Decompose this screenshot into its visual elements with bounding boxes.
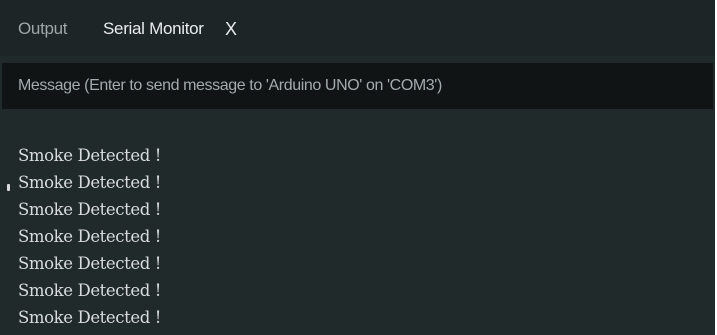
close-icon[interactable]: X bbox=[225, 18, 237, 40]
tab-bar: Output Serial Monitor X bbox=[0, 0, 715, 56]
output-line: Smoke Detected ! bbox=[18, 146, 161, 165]
output-line: Smoke Detected ! bbox=[18, 200, 161, 219]
output-line: Smoke Detected ! bbox=[18, 173, 161, 192]
tab-serial-monitor[interactable]: Serial Monitor bbox=[103, 18, 204, 40]
message-input[interactable] bbox=[2, 63, 713, 109]
output-line: Smoke Detected ! bbox=[18, 281, 161, 300]
output-line: Smoke Detected ! bbox=[18, 227, 161, 246]
serial-monitor-panel: Output Serial Monitor X Smoke Detected !… bbox=[0, 0, 715, 335]
serial-output: Smoke Detected ! Smoke Detected ! Smoke … bbox=[18, 142, 708, 331]
output-line: Smoke Detected ! bbox=[18, 254, 161, 273]
output-line: Smoke Detected ! bbox=[18, 308, 161, 327]
tab-output[interactable]: Output bbox=[18, 18, 68, 40]
scroll-marker bbox=[7, 184, 10, 191]
